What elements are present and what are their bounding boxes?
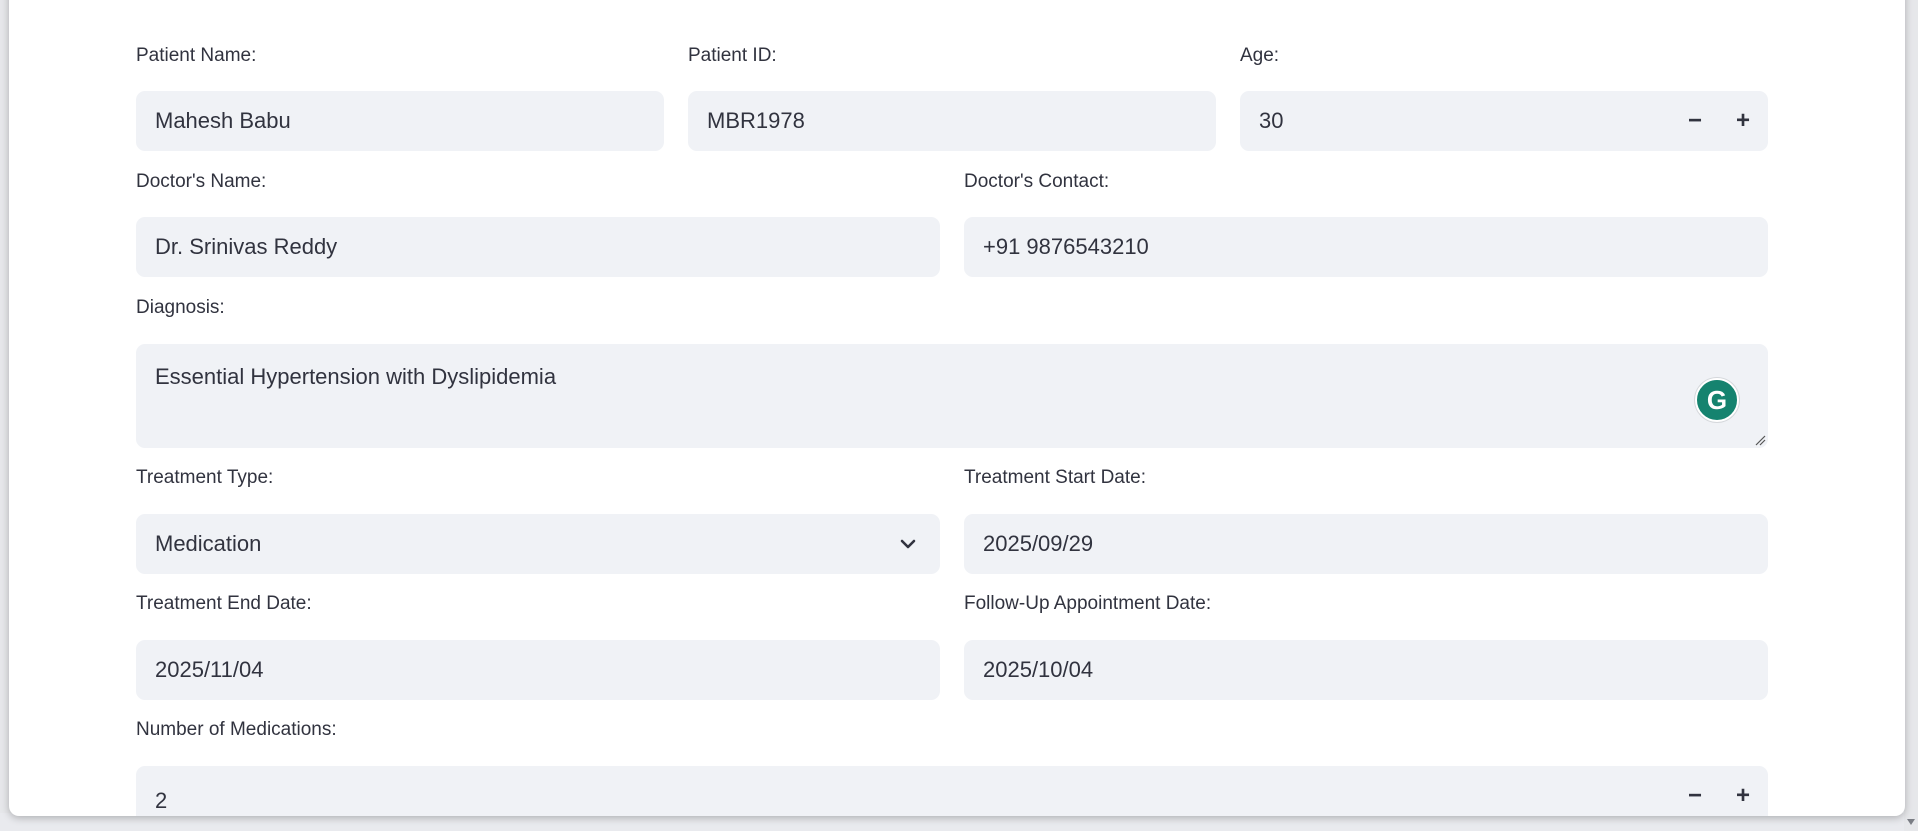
treatment-start-date-input[interactable]: 2025/09/29 bbox=[964, 514, 1768, 574]
num-medications-value: 2 bbox=[155, 788, 168, 813]
follow-up-label: Follow-Up Appointment Date: bbox=[964, 593, 1212, 614]
treatment-type-label: Treatment Type: bbox=[136, 467, 274, 488]
patient-id-label: Patient ID: bbox=[688, 45, 777, 66]
num-medications-decrement-button[interactable]: − bbox=[1672, 766, 1718, 826]
age-label: Age: bbox=[1240, 45, 1280, 66]
age-value: 30 bbox=[1259, 108, 1284, 133]
page-scrollbar[interactable] bbox=[1904, 0, 1918, 831]
doctor-name-input[interactable]: Dr. Srinivas Reddy bbox=[136, 217, 940, 277]
treatment-end-value: 2025/11/04 bbox=[155, 657, 264, 682]
doctor-name-value: Dr. Srinivas Reddy bbox=[155, 234, 338, 259]
doctor-contact-input[interactable]: +91 9876543210 bbox=[964, 217, 1768, 277]
grammarly-icon[interactable]: G bbox=[1695, 378, 1739, 422]
age-increment-button[interactable]: + bbox=[1720, 91, 1766, 151]
resize-handle-icon[interactable] bbox=[1754, 434, 1766, 446]
diagnosis-textarea[interactable]: Essential Hypertension with Dyslipidemia… bbox=[136, 344, 1768, 448]
patient-id-input[interactable]: MBR1978 bbox=[688, 91, 1216, 151]
treatment-end-date-input[interactable]: 2025/11/04 bbox=[136, 640, 940, 700]
patient-id-value: MBR1978 bbox=[707, 108, 805, 133]
patient-name-label: Patient Name: bbox=[136, 45, 257, 66]
doctor-contact-label: Doctor's Contact: bbox=[964, 171, 1110, 192]
treatment-start-label: Treatment Start Date: bbox=[964, 467, 1146, 488]
chevron-down-icon[interactable] bbox=[888, 514, 928, 574]
patient-form-dialog: Patient Name: Mahesh Babu Patient ID: MB… bbox=[9, 0, 1905, 816]
treatment-end-label: Treatment End Date: bbox=[136, 593, 312, 614]
doctor-name-label: Doctor's Name: bbox=[136, 171, 267, 192]
treatment-start-value: 2025/09/29 bbox=[983, 531, 1094, 556]
diagnosis-label: Diagnosis: bbox=[136, 297, 225, 318]
num-medications-increment-button[interactable]: + bbox=[1720, 766, 1766, 826]
patient-name-value: Mahesh Babu bbox=[155, 108, 291, 133]
num-medications-input[interactable]: 2 − + bbox=[136, 766, 1768, 816]
doctor-contact-value: +91 9876543210 bbox=[983, 234, 1149, 259]
age-decrement-button[interactable]: − bbox=[1672, 91, 1718, 151]
treatment-type-value: Medication bbox=[155, 531, 262, 556]
follow-up-date-input[interactable]: 2025/10/04 bbox=[964, 640, 1768, 700]
treatment-type-select[interactable]: Medication bbox=[136, 514, 940, 574]
patient-name-input[interactable]: Mahesh Babu bbox=[136, 91, 664, 151]
diagnosis-value: Essential Hypertension with Dyslipidemia bbox=[155, 364, 557, 389]
scroll-down-arrow-icon[interactable] bbox=[1907, 819, 1915, 825]
age-number-input[interactable]: 30 − + bbox=[1240, 91, 1768, 151]
follow-up-value: 2025/10/04 bbox=[983, 657, 1094, 682]
grammarly-letter: G bbox=[1706, 384, 1728, 415]
num-medications-label: Number of Medications: bbox=[136, 719, 337, 740]
